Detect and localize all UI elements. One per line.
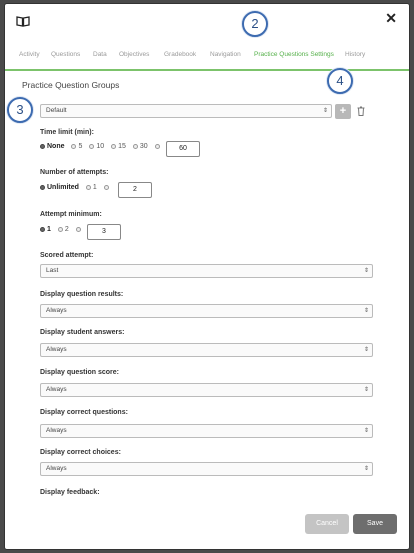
select-arrows-icon: ⇕ — [363, 347, 369, 353]
attempts-options: Unlimited 1 — [40, 184, 116, 198]
attempt-minimum-1-radio[interactable] — [40, 226, 45, 232]
display-question-score-select[interactable]: Always ⇕ — [40, 383, 373, 397]
time-limit-30-radio[interactable] — [132, 143, 138, 149]
scored-attempt-select[interactable]: Last ⇕ — [40, 264, 373, 278]
select-arrows-icon: ⇕ — [363, 428, 369, 434]
time-limit-options: None 5 10 15 30 — [40, 143, 167, 157]
tab-data[interactable]: Data — [93, 51, 107, 58]
select-arrows-icon: ⇕ — [363, 268, 369, 274]
display-correct-choices-select[interactable]: Always ⇕ — [40, 462, 373, 476]
display-question-results-label: Display question results: — [40, 291, 124, 298]
tab-navigation[interactable]: Navigation — [210, 51, 241, 58]
display-correct-choices-value: Always — [46, 465, 67, 472]
group-select-value: Default — [46, 107, 67, 114]
attempt-minimum-input[interactable]: 3 — [87, 224, 121, 240]
tab-activity[interactable]: Activity — [19, 51, 40, 58]
attempt-minimum-label: Attempt minimum: — [40, 211, 102, 218]
attempt-minimum-custom-radio[interactable] — [75, 226, 81, 232]
attempts-unlimited-radio[interactable] — [40, 184, 45, 190]
time-limit-10-radio[interactable] — [89, 143, 95, 149]
display-student-answers-select[interactable]: Always ⇕ — [40, 343, 373, 357]
trash-icon[interactable] — [357, 106, 365, 116]
time-limit-none-radio[interactable] — [40, 143, 45, 149]
select-arrows-icon: ⇕ — [363, 387, 369, 393]
display-correct-questions-select[interactable]: Always ⇕ — [40, 424, 373, 438]
select-arrows-icon: ⇕ — [363, 466, 369, 472]
cancel-button[interactable]: Cancel — [305, 514, 349, 534]
group-select[interactable]: Default ⇕ — [40, 104, 332, 118]
book-icon — [16, 16, 30, 27]
attempt-minimum-2-radio[interactable] — [57, 226, 63, 232]
callout-2: 2 — [242, 11, 268, 37]
add-group-button[interactable]: + — [335, 104, 351, 119]
display-correct-choices-label: Display correct choices: — [40, 449, 121, 456]
tab-objectives[interactable]: Objectives — [119, 51, 149, 58]
callout-4: 4 — [327, 68, 353, 94]
display-feedback-label: Display feedback: — [40, 489, 100, 496]
time-limit-5-radio[interactable] — [71, 143, 77, 149]
tab-gradebook[interactable]: Gradebook — [164, 51, 196, 58]
display-question-score-value: Always — [46, 386, 67, 393]
time-limit-15-radio[interactable] — [111, 143, 117, 149]
display-question-results-select[interactable]: Always ⇕ — [40, 304, 373, 318]
scored-attempt-label: Scored attempt: — [40, 252, 94, 259]
display-question-score-label: Display question score: — [40, 369, 119, 376]
select-arrows-icon: ⇕ — [363, 308, 369, 314]
attempts-input[interactable]: 2 — [118, 182, 152, 198]
save-button[interactable]: Save — [353, 514, 397, 534]
scored-attempt-value: Last — [46, 267, 59, 274]
display-student-answers-label: Display student answers: — [40, 329, 125, 336]
time-limit-custom-radio[interactable] — [154, 143, 160, 149]
display-student-answers-value: Always — [46, 346, 67, 353]
attempts-custom-radio[interactable] — [103, 184, 109, 190]
display-question-results-value: Always — [46, 307, 67, 314]
tab-bar: Activity Questions Data Objectives Grade… — [5, 47, 409, 71]
callout-3: 3 — [7, 97, 33, 123]
time-limit-label: Time limit (min): — [40, 129, 94, 136]
section-title: Practice Question Groups — [22, 80, 120, 90]
select-arrows-icon: ⇕ — [322, 108, 328, 114]
display-correct-questions-value: Always — [46, 427, 67, 434]
tab-questions[interactable]: Questions — [51, 51, 80, 58]
time-limit-input[interactable]: 60 — [166, 141, 200, 157]
display-correct-questions-label: Display correct questions: — [40, 409, 128, 416]
close-icon[interactable]: ✕ — [385, 11, 397, 25]
attempts-1-radio[interactable] — [85, 184, 91, 190]
tab-practice-questions-settings[interactable]: Practice Questions Settings — [254, 51, 334, 58]
attempt-minimum-options: 1 2 — [40, 226, 88, 240]
tab-history[interactable]: History — [345, 51, 365, 58]
settings-modal: ✕ Activity Questions Data Objectives Gra… — [4, 3, 410, 550]
attempts-label: Number of attempts: — [40, 169, 109, 176]
